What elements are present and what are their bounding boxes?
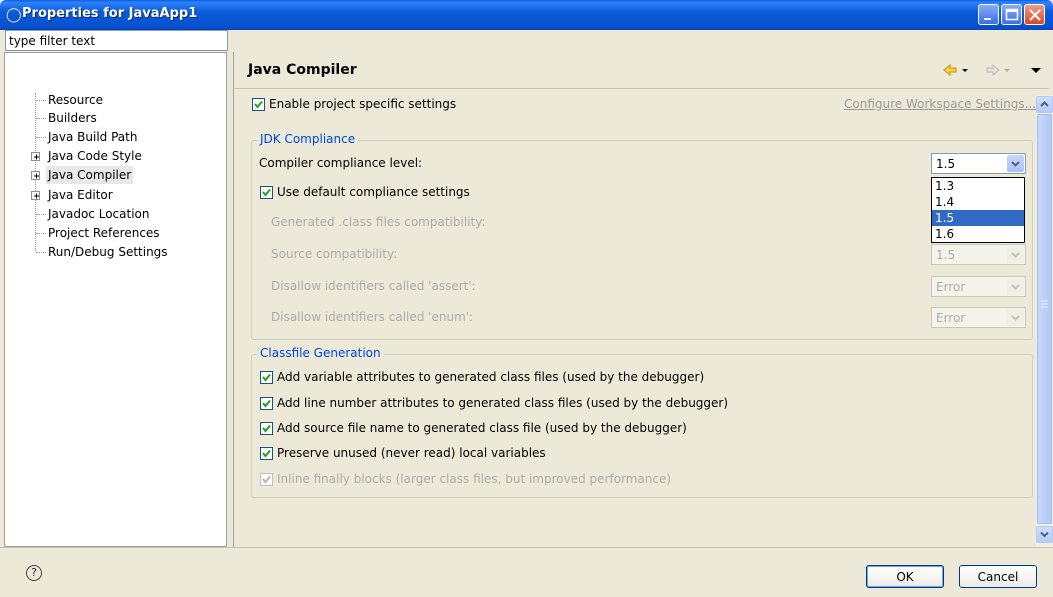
preserve-unused-checkbox[interactable]	[260, 447, 273, 460]
ok-button[interactable]: OK	[866, 565, 944, 588]
filter-input[interactable]	[5, 30, 228, 51]
page-title: Java Compiler	[248, 62, 357, 78]
tree-item-label: Java Code Style	[48, 149, 142, 163]
source-file-name-label: Add source file name to generated class …	[277, 421, 687, 435]
close-icon	[1029, 9, 1041, 21]
tree-item-label: Resource	[48, 93, 104, 107]
source-compat-select: 1.5	[931, 244, 1026, 265]
enum-value: Error	[936, 311, 966, 325]
tree-item-label: Run/Debug Settings	[48, 245, 168, 259]
minimize-icon	[984, 18, 991, 20]
variable-attributes-checkbox[interactable]	[260, 371, 273, 384]
tree-item-label: Project References	[48, 226, 160, 240]
checkmark-icon	[262, 424, 271, 433]
expand-icon[interactable]	[31, 171, 40, 180]
tree-item-label: Java Compiler	[46, 166, 134, 184]
chevron-down-icon	[1007, 278, 1024, 295]
bottom-separator	[0, 547, 1053, 548]
help-icon[interactable]: ?	[26, 565, 42, 581]
compliance-level-value: 1.5	[936, 157, 956, 171]
jdk-compliance-legend: JDK Compliance	[257, 132, 359, 146]
chevron-down-icon	[1007, 246, 1024, 263]
checkmark-icon	[254, 100, 263, 109]
compliance-option-1-4[interactable]: 1.4	[932, 194, 1024, 210]
page-header: Java Compiler	[235, 52, 1049, 89]
source-compat-label: Source compatibility:	[271, 247, 398, 261]
chevron-down-icon	[1007, 309, 1024, 326]
scroll-thumb[interactable]	[1037, 114, 1052, 524]
scroll-down-button[interactable]	[1036, 526, 1053, 543]
compliance-level-dropdown[interactable]: 1.3 1.4 1.5 1.6	[931, 177, 1025, 243]
back-arrow-icon[interactable]	[942, 62, 958, 78]
vertical-scrollbar[interactable]	[1036, 95, 1053, 547]
tree-item-label: Java Build Path	[48, 130, 138, 144]
chevron-down-icon[interactable]	[1007, 155, 1024, 172]
properties-dialog: ◯ Properties for JavaApp1 Resource Build…	[0, 0, 1053, 597]
compliance-option-1-5[interactable]: 1.5	[932, 210, 1024, 226]
source-file-name-checkbox[interactable]	[260, 422, 273, 435]
compliance-option-1-6[interactable]: 1.6	[932, 226, 1024, 242]
pane-divider	[233, 52, 234, 547]
chevron-down-icon	[1040, 531, 1049, 538]
checkmark-icon	[262, 475, 271, 484]
generated-compat-label: Generated .class files compatibility:	[271, 215, 486, 229]
compliance-level-select[interactable]: 1.5	[931, 153, 1026, 174]
tree-item-label: Javadoc Location	[48, 207, 150, 221]
assert-select: Error	[931, 276, 1026, 297]
checkmark-icon	[262, 449, 271, 458]
inline-finally-label: Inline finally blocks (larger class file…	[277, 472, 672, 486]
close-button[interactable]	[1024, 4, 1045, 25]
view-menu-icon[interactable]	[1030, 62, 1042, 78]
scroll-up-button[interactable]	[1036, 96, 1053, 113]
property-tree: Resource Builders Java Build Path Java C…	[4, 52, 227, 547]
expand-icon[interactable]	[31, 191, 40, 200]
eclipse-icon: ◯	[6, 7, 22, 23]
use-default-compliance-label: Use default compliance settings	[277, 185, 470, 199]
back-menu-icon[interactable]	[961, 62, 969, 78]
variable-attributes-label: Add variable attributes to generated cla…	[277, 370, 705, 384]
classfile-generation-legend: Classfile Generation	[257, 346, 384, 360]
checkmark-icon	[262, 373, 271, 382]
maximize-icon	[1005, 8, 1019, 21]
enum-select: Error	[931, 307, 1026, 328]
compliance-level-label: Compiler compliance level:	[259, 156, 423, 170]
expand-icon[interactable]	[31, 152, 40, 161]
tree-item-label: Builders	[48, 111, 97, 125]
grip-icon	[1041, 300, 1048, 308]
checkmark-icon	[262, 188, 271, 197]
forward-arrow-icon[interactable]	[985, 62, 1001, 78]
line-number-attributes-label: Add line number attributes to generated …	[277, 396, 729, 410]
checkmark-icon	[262, 399, 271, 408]
use-default-compliance-checkbox[interactable]	[260, 186, 273, 199]
assert-value: Error	[936, 280, 966, 294]
enable-specific-checkbox[interactable]	[252, 98, 265, 111]
chevron-up-icon	[1040, 101, 1049, 107]
cancel-button[interactable]: Cancel	[959, 565, 1037, 588]
window-title: Properties for JavaApp1	[22, 6, 198, 21]
maximize-button[interactable]	[1001, 4, 1022, 25]
inline-finally-checkbox	[260, 473, 273, 486]
source-compat-value: 1.5	[936, 248, 956, 262]
compliance-option-1-3[interactable]: 1.3	[932, 178, 1024, 194]
enable-specific-label: Enable project specific settings	[269, 97, 457, 111]
forward-menu-icon	[1004, 69, 1010, 72]
assert-label: Disallow identifiers called 'assert':	[271, 279, 476, 293]
title-bar[interactable]: ◯ Properties for JavaApp1	[0, 0, 1053, 30]
configure-workspace-link[interactable]: Configure Workspace Settings...	[844, 97, 1036, 111]
preserve-unused-label: Preserve unused (never read) local varia…	[277, 446, 546, 460]
enum-label: Disallow identifiers called 'enum':	[271, 310, 474, 324]
line-number-attributes-checkbox[interactable]	[260, 397, 273, 410]
minimize-button[interactable]	[978, 4, 999, 25]
tree-item-label: Java Editor	[48, 188, 113, 202]
